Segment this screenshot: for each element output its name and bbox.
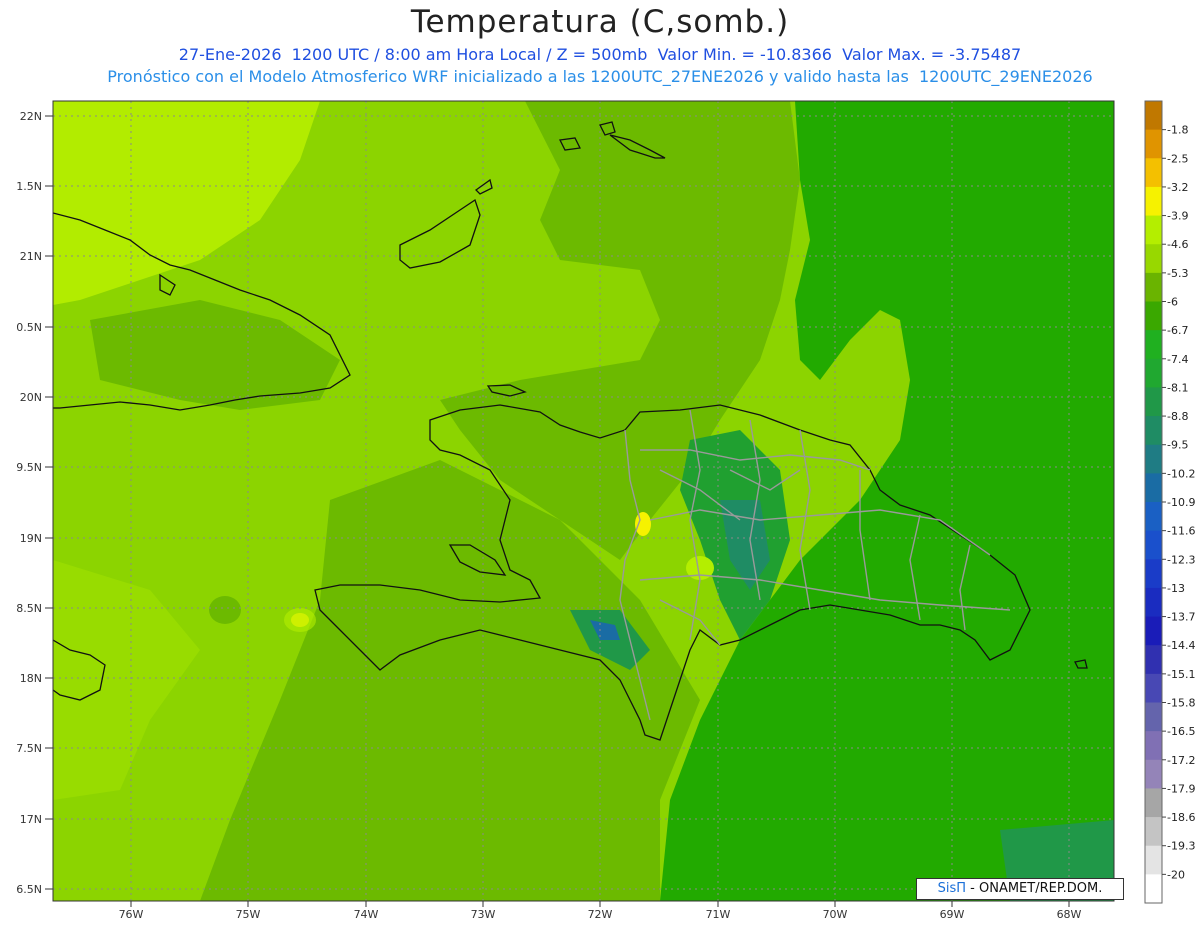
legend-label: -5.3	[1167, 267, 1188, 280]
legend-swatch	[1145, 358, 1162, 388]
lat-label: 7.5N	[16, 742, 42, 755]
lat-label: 21N	[20, 250, 42, 263]
legend-swatch	[1145, 101, 1162, 131]
legend-label: -14.4	[1167, 639, 1195, 652]
lon-label: 72W	[588, 908, 613, 921]
legend-label: -1.8	[1167, 124, 1188, 137]
lon-label: 68W	[1057, 908, 1082, 921]
lon-label: 73W	[471, 908, 496, 921]
credit-text: - ONAMET/REP.DOM.	[966, 881, 1103, 896]
legend-label: -9.5	[1167, 439, 1188, 452]
legend-swatch	[1145, 587, 1162, 618]
legend-label: -20	[1167, 868, 1185, 881]
lat-label: 9.5N	[16, 461, 42, 474]
legend-label: -19.3	[1167, 840, 1195, 853]
lat-label: 20N	[20, 391, 42, 404]
longitude-labels: 76W 75W 74W 73W 72W 71W 70W 69W 68W	[119, 908, 1082, 921]
legend-label: -18.6	[1167, 811, 1195, 824]
lat-label: 8.5N	[16, 602, 42, 615]
lon-label: 75W	[236, 908, 261, 921]
legend-swatch	[1145, 817, 1162, 847]
legend-swatch	[1145, 158, 1162, 188]
legend-swatch	[1145, 645, 1162, 675]
legend-swatch	[1145, 530, 1162, 560]
legend-swatch	[1145, 330, 1162, 360]
lon-label: 74W	[354, 908, 379, 921]
legend-label: -13.7	[1167, 611, 1195, 624]
legend-label: -11.6	[1167, 525, 1195, 538]
lon-label: 70W	[823, 908, 848, 921]
legend-swatch	[1145, 673, 1162, 703]
lon-label: 71W	[706, 908, 731, 921]
lat-label: 6.5N	[16, 883, 42, 896]
legend-label: -15.1	[1167, 668, 1195, 681]
sispi-logo: SisΠ	[937, 881, 967, 896]
legend-swatch	[1145, 845, 1162, 875]
legend-label: -13	[1167, 582, 1185, 595]
color-legend-labels: -1.8 -2.5 -3.2 -3.9 -4.6 -5.3 -6 -6.7 -7.4 -8.1 -8…	[1167, 124, 1195, 882]
legend-label: -16.5	[1167, 725, 1195, 738]
lat-label: 1.5N	[16, 180, 42, 193]
legend-label: -4.6	[1167, 238, 1188, 251]
longitude-ticks	[130, 901, 1070, 907]
lat-label: 22N	[20, 110, 42, 123]
lon-label: 69W	[940, 908, 965, 921]
latitude-labels: 22N 1.5N 21N 0.5N 20N 9.5N 19N 8.5N 18N …	[16, 110, 42, 896]
temperature-map: 22N 1.5N 21N 0.5N 20N 9.5N 19N 8.5N 18N …	[16, 100, 1195, 921]
lat-label: 17N	[20, 813, 42, 826]
legend-swatch	[1145, 502, 1162, 532]
legend-swatch	[1145, 244, 1162, 274]
legend-label: -10.2	[1167, 467, 1195, 480]
legend-swatch	[1145, 616, 1162, 646]
legend-swatch	[1145, 731, 1162, 761]
legend-label: -8.1	[1167, 381, 1188, 394]
legend-swatch	[1145, 874, 1162, 904]
legend-swatch	[1145, 186, 1162, 217]
legend-swatch	[1145, 387, 1162, 417]
legend-swatch	[1145, 416, 1162, 446]
legend-swatch	[1145, 215, 1162, 245]
legend-swatch	[1145, 788, 1162, 818]
legend-label: -3.2	[1167, 181, 1188, 194]
legend-swatch	[1145, 301, 1162, 331]
color-legend	[1144, 100, 1166, 904]
legend-label: -6.7	[1167, 324, 1188, 337]
legend-label: -10.9	[1167, 496, 1195, 509]
temperature-field	[53, 101, 1114, 901]
legend-label: -6	[1167, 296, 1178, 309]
legend-label: -8.8	[1167, 410, 1188, 423]
lat-label: 0.5N	[16, 321, 42, 334]
legend-label: -2.5	[1167, 152, 1188, 165]
lat-label: 18N	[20, 672, 42, 685]
legend-swatch	[1145, 444, 1162, 474]
legend-swatch	[1145, 473, 1162, 503]
legend-swatch	[1145, 559, 1162, 589]
legend-label: -3.9	[1167, 210, 1188, 223]
legend-label: -17.9	[1167, 782, 1195, 795]
legend-swatch	[1145, 702, 1162, 732]
credit-box: SisΠ - ONAMET/REP.DOM.	[916, 878, 1124, 900]
legend-label: -12.3	[1167, 553, 1195, 566]
legend-swatch	[1145, 272, 1162, 302]
legend-label: -7.4	[1167, 353, 1188, 366]
legend-label: -17.2	[1167, 754, 1195, 767]
latitude-ticks	[45, 115, 53, 890]
legend-swatch	[1145, 129, 1162, 159]
lon-label: 76W	[119, 908, 144, 921]
lat-label: 19N	[20, 532, 42, 545]
legend-label: -15.8	[1167, 697, 1195, 710]
legend-swatch	[1145, 759, 1162, 789]
